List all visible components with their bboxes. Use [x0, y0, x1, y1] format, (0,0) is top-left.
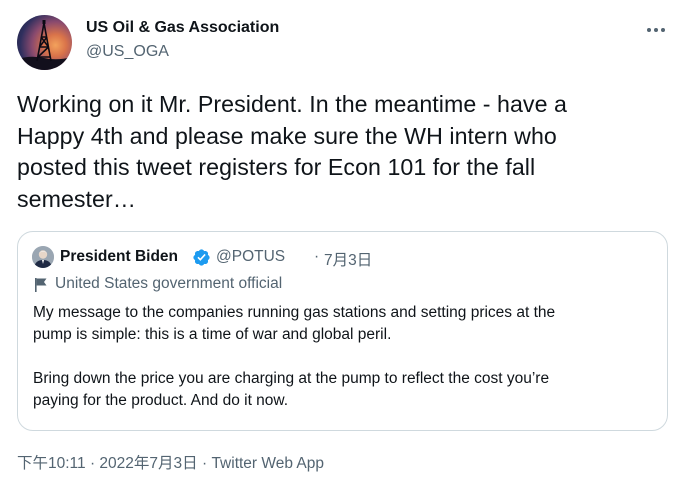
tweet-meta: 下午10:11 · 2022年7月3日 · Twitter Web App [17, 451, 324, 473]
quoted-text-line: My message to the companies running gas … [33, 304, 556, 321]
person-portrait-icon [32, 246, 54, 268]
quoted-author-avatar[interactable] [32, 246, 54, 268]
oil-derrick-icon [17, 20, 72, 70]
quoted-text-line: pump is simple: this is a time of war an… [33, 326, 392, 343]
meta-separator: · [197, 455, 212, 472]
quoted-text-line: paying for the product. And do it now. [33, 392, 289, 409]
tweet-source[interactable]: Twitter Web App [211, 455, 324, 472]
quoted-author-name[interactable]: President Biden [60, 248, 178, 266]
tweet-text-line: semester… [17, 185, 136, 212]
ellipsis-icon [647, 28, 665, 32]
tweet-text: Working on it Mr. President. In the mean… [17, 89, 667, 215]
author-handle[interactable]: @US_OGA [86, 43, 169, 61]
tweet-text-line: Happy 4th and please make sure the WH in… [17, 122, 557, 149]
quoted-tweet-text: My message to the companies running gas … [33, 302, 653, 412]
tweet-timestamp[interactable]: 下午10:11 [17, 455, 86, 472]
quoted-tweet[interactable]: President Biden @POTUS · 7月3日 United Sta… [17, 231, 668, 431]
quoted-tweet-time[interactable]: 7月3日 [324, 248, 372, 270]
author-name[interactable]: US Oil & Gas Association [86, 19, 279, 37]
more-options-icon[interactable] [642, 20, 670, 40]
flag-icon [35, 278, 47, 292]
verified-badge-icon [193, 249, 210, 266]
quoted-author-handle[interactable]: @POTUS [216, 248, 285, 266]
government-official-label: United States government official [55, 275, 283, 292]
tweet-card: US Oil & Gas Association @US_OGA Working… [0, 0, 683, 483]
tweet-text-line: posted this tweet registers for Econ 101… [17, 154, 536, 180]
author-avatar[interactable] [17, 15, 72, 70]
separator-dot: · [314, 248, 320, 265]
tweet-date[interactable]: 2022年7月3日 [99, 455, 197, 472]
quoted-text-line: Bring down the price you are charging at… [33, 370, 550, 387]
meta-separator: · [85, 455, 100, 472]
tweet-text-line: Working on it Mr. President. In the mean… [17, 91, 567, 117]
